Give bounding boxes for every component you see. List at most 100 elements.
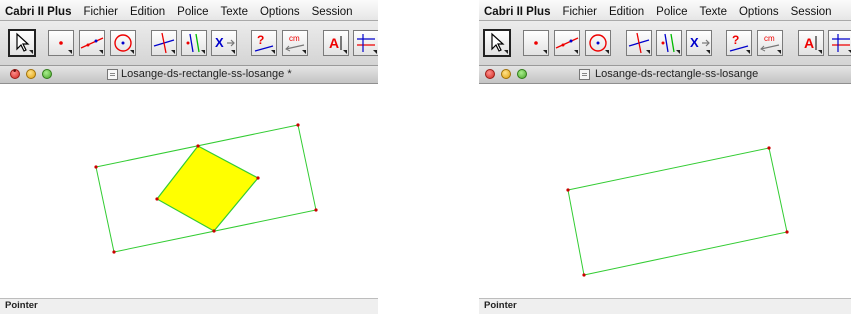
rectangle[interactable] [567,147,788,276]
vertex-point[interactable] [296,123,300,127]
rhombus-vertex-point[interactable] [155,197,159,201]
menu-fichier[interactable]: Fichier [556,2,603,20]
menu-options[interactable]: Options [254,2,306,20]
tool-menu-indicator [818,50,822,54]
tool-menu-indicator [343,50,347,54]
svg-text:X: X [690,35,699,50]
minimize-button[interactable] [26,69,36,79]
tool-menu-indicator [271,50,275,54]
menu-police[interactable]: Police [171,2,214,20]
tool-menu-indicator [171,50,175,54]
vertex-point[interactable] [566,188,570,192]
transformation-tool-button[interactable]: X [686,30,712,56]
zoom-button[interactable] [517,69,527,79]
rhombus-vertex-point[interactable] [212,229,216,233]
vertex-point[interactable] [314,208,318,212]
vertex-point[interactable] [785,230,789,234]
window-title: Losange-ds-rectangle-ss-losange * [121,68,292,80]
minimize-button[interactable] [501,69,511,79]
figure-left [94,123,318,254]
svg-text:A: A [804,35,814,51]
parallel-tool-button[interactable] [181,30,207,56]
tool-menu-indicator [574,50,578,54]
app-menu[interactable]: Cabri II Plus [479,2,556,20]
line-tool-button[interactable] [554,30,580,56]
pointer-tool-button[interactable] [483,29,511,57]
rhombus-vertex-point[interactable] [196,144,200,148]
menu-edition[interactable]: Edition [603,2,650,20]
tool-menu-indicator [676,50,680,54]
svg-text:?: ? [257,33,264,47]
status-text: Pointer [484,300,517,311]
menu-police[interactable]: Police [650,2,693,20]
point-tool-button[interactable] [523,30,549,56]
drawing-canvas[interactable] [479,84,851,296]
check-property-tool-button[interactable]: ? [726,30,752,56]
tool-menu-indicator [543,50,547,54]
rhombus-vertex-point[interactable] [256,176,260,180]
vertex-point[interactable] [94,165,98,169]
close-button[interactable] [485,69,495,79]
status-bar: Pointer [479,298,851,314]
tool-menu-indicator [746,50,750,54]
menu-session[interactable]: Session [785,2,838,20]
circle-tool-button[interactable] [110,30,136,56]
tool-menu-indicator [68,50,72,54]
menu-bar: Cabri II Plus Fichier Edition Police Texte Op… [479,0,851,21]
parallel-tool-button[interactable] [656,30,682,56]
circle-tool-button[interactable] [585,30,611,56]
svg-text:?: ? [732,33,739,47]
menu-session[interactable]: Session [306,2,359,20]
tool-menu-indicator [99,50,103,54]
zoom-button[interactable] [42,69,52,79]
menu-bar: Cabri II Plus Fichier Edition Police Texte Op… [0,0,378,21]
toolbox: X ? cm A [479,21,851,66]
pointer-tool-button[interactable] [8,29,36,57]
left-window: Cabri II Plus Fichier Edition Police Texte Op… [0,0,378,314]
close-dot-icon: • [12,67,18,77]
tool-menu-indicator [504,50,508,54]
svg-text:cm: cm [764,34,775,43]
vertex-point[interactable] [767,146,771,150]
svg-text:cm: cm [289,34,300,43]
document-icon [107,69,118,80]
menu-edition[interactable]: Edition [124,2,171,20]
line-tool-button[interactable] [79,30,105,56]
measure-tool-button[interactable]: cm [757,30,783,56]
document-icon [579,69,590,80]
menu-texte[interactable]: Texte [693,2,733,20]
close-button[interactable]: • [10,67,20,79]
tool-menu-indicator [605,50,609,54]
drawing-canvas[interactable] [0,84,378,296]
menu-options[interactable]: Options [733,2,785,20]
menu-texte[interactable]: Texte [214,2,254,20]
tool-menu-indicator [29,50,33,54]
perpendicular-tool-button[interactable] [626,30,652,56]
perpendicular-tool-button[interactable] [151,30,177,56]
vertex-point[interactable] [582,273,586,277]
tool-menu-indicator [130,50,134,54]
display-tool-button[interactable] [353,30,378,56]
point-tool-button[interactable] [48,30,74,56]
app-menu[interactable]: Cabri II Plus [0,2,77,20]
text-tool-button[interactable]: A [323,30,349,56]
window-title-bar: • Losange-ds-rectangle-ss-losange * [0,66,378,84]
text-tool-button[interactable]: A [798,30,824,56]
check-property-tool-button[interactable]: ? [251,30,277,56]
svg-text:X: X [215,35,224,50]
measure-tool-button[interactable]: cm [282,30,308,56]
display-tool-button[interactable] [828,30,851,56]
tool-menu-indicator [231,50,235,54]
window-title: Losange-ds-rectangle-ss-losange [595,68,759,80]
svg-text:A: A [329,35,339,51]
transformation-tool-button[interactable]: X [211,30,237,56]
tool-menu-indicator [201,50,205,54]
vertex-point[interactable] [112,250,116,254]
menu-fichier[interactable]: Fichier [77,2,124,20]
status-bar: Pointer [0,298,378,314]
status-text: Pointer [5,300,38,311]
figure-right [566,146,789,277]
rhombus[interactable] [156,145,259,232]
tool-menu-indicator [646,50,650,54]
tool-menu-indicator [302,50,306,54]
